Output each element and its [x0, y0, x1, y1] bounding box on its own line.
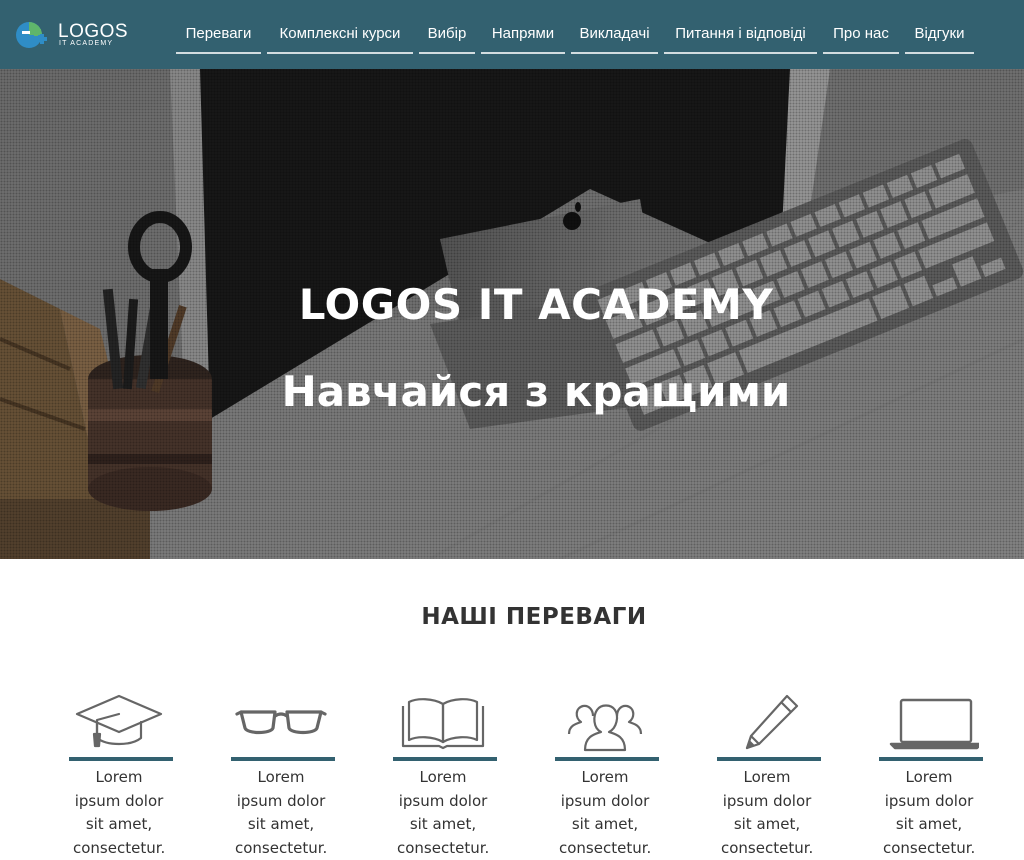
advantage-underline — [879, 757, 983, 761]
nav-item-faq[interactable]: Питання і відповіді — [664, 22, 817, 54]
advantage-text: Lorem ipsum dolor sit amet, consectetur. — [559, 768, 652, 857]
advantage-underline — [231, 757, 335, 761]
advantage-text: Lorem ipsum dolor sit amet, consectetur. — [235, 768, 328, 857]
nav-item-complex-courses[interactable]: Комплексні курси — [267, 22, 413, 54]
glasses-icon — [231, 690, 331, 752]
open-book-icon — [393, 690, 493, 752]
laptop-icon — [879, 690, 983, 752]
advantage-underline — [717, 757, 821, 761]
advantage-underline — [69, 757, 173, 761]
nav-item-advantages[interactable]: Переваги — [176, 22, 261, 54]
logo-wordmark: LOGOS — [58, 21, 129, 42]
logo-tagline: IT ACADEMY — [59, 40, 114, 47]
graduation-cap-icon — [69, 690, 169, 752]
users-icon — [555, 690, 655, 752]
hero-banner: LOGOS IT ACADEMY Навчайся з кращими — [0, 69, 1024, 559]
nav-item-reviews[interactable]: Відгуки — [905, 22, 974, 54]
advantage-text: Lorem ipsum dolor sit amet, consectetur. — [883, 768, 976, 857]
nav-item-about[interactable]: Про нас — [823, 22, 899, 54]
top-navbar: LOGOS IT ACADEMY Переваги Комплексні кур… — [0, 0, 1024, 69]
advantage-underline — [555, 757, 659, 761]
nav-item-directions[interactable]: Напрями — [481, 22, 565, 54]
logo-icon — [16, 22, 47, 48]
hero-title: LOGOS IT ACADEMY — [298, 280, 774, 329]
nav-item-teachers[interactable]: Викладачі — [571, 22, 658, 54]
hero-subtitle: Навчайся з кращими — [281, 367, 791, 416]
pencil-icon — [717, 690, 817, 752]
nav-item-choice[interactable]: Вибір — [419, 22, 475, 54]
advantage-underline — [393, 757, 497, 761]
logo-link[interactable]: LOGOS IT ACADEMY — [16, 18, 146, 52]
advantages-heading: НАШІ ПЕРЕВАГИ — [421, 604, 647, 630]
advantage-text: Lorem ipsum dolor sit amet, consectetur. — [721, 768, 814, 857]
advantage-text: Lorem ipsum dolor sit amet, consectetur. — [73, 768, 166, 857]
advantage-text: Lorem ipsum dolor sit amet, consectetur. — [397, 768, 490, 857]
